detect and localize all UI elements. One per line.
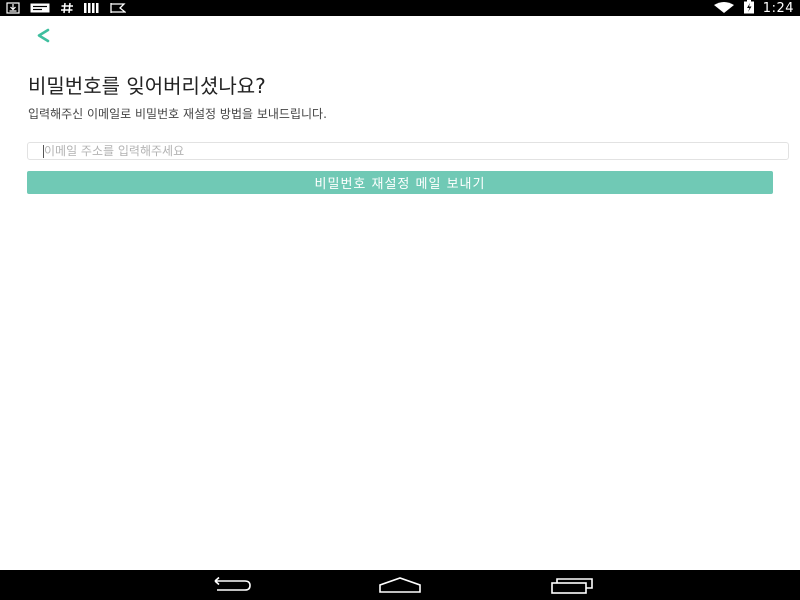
recent-apps-button[interactable] bbox=[548, 575, 596, 595]
chevron-left-icon bbox=[37, 28, 50, 43]
text-cursor bbox=[43, 145, 44, 158]
home-nav-button[interactable] bbox=[376, 575, 424, 595]
hash-icon bbox=[60, 0, 74, 16]
back-button[interactable] bbox=[32, 26, 56, 46]
email-input[interactable] bbox=[27, 142, 789, 160]
navigation-bar bbox=[0, 570, 800, 600]
message-icon bbox=[30, 0, 50, 16]
status-left-icons bbox=[6, 0, 126, 16]
home-nav-icon bbox=[379, 577, 421, 593]
flag-icon bbox=[110, 0, 126, 16]
status-bar: 1:24 bbox=[0, 0, 800, 16]
status-right-icons: 1:24 bbox=[713, 0, 794, 16]
recent-apps-icon bbox=[551, 578, 593, 594]
page-title: 비밀번호를 잊어버리셨나요? bbox=[28, 74, 266, 98]
battery-charging-icon bbox=[743, 0, 755, 18]
status-time: 1:24 bbox=[762, 0, 794, 16]
send-reset-email-button[interactable]: 비밀번호 재설정 메일 보내기 bbox=[27, 171, 773, 194]
download-icon bbox=[6, 0, 20, 16]
wifi-icon bbox=[713, 0, 735, 18]
page-subtitle: 입력해주신 이메일로 비밀번호 재설정 방법을 보내드립니다. bbox=[28, 107, 327, 121]
signal-bars-icon bbox=[84, 0, 100, 16]
back-nav-button[interactable] bbox=[205, 575, 253, 595]
back-nav-icon bbox=[214, 576, 251, 591]
